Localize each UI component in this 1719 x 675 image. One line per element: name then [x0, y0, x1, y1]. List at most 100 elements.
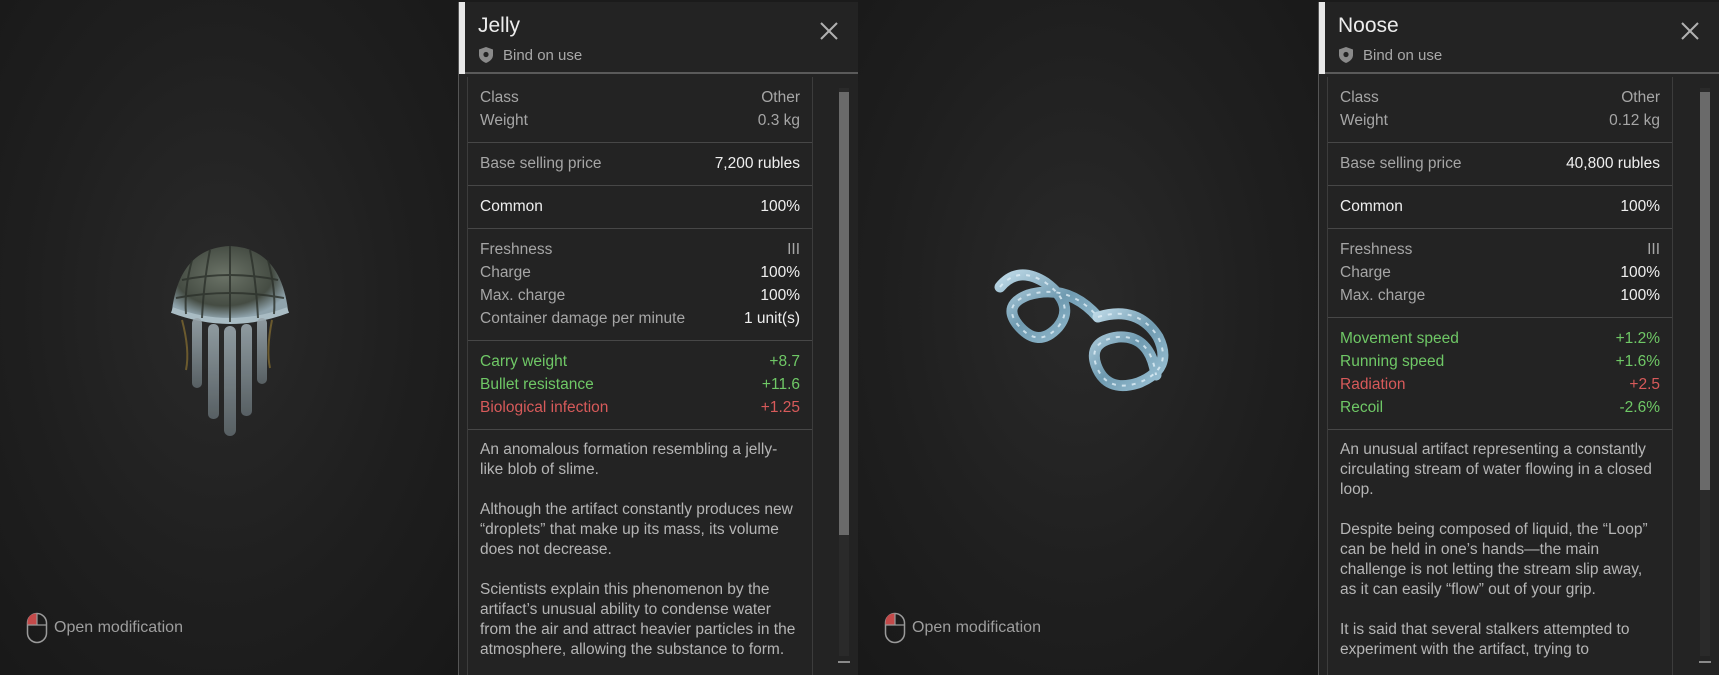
- max-charge-value: 100%: [760, 287, 800, 304]
- rarity-value: 100%: [1620, 198, 1660, 215]
- rarity-row: Common 100%: [480, 195, 800, 218]
- stat-row: Radiation +2.5: [1340, 373, 1660, 396]
- price-row: Base selling price 40,800 rubles: [1340, 152, 1660, 175]
- stat-label: Bullet resistance: [480, 376, 594, 393]
- close-icon[interactable]: [1677, 18, 1703, 44]
- item-details[interactable]: Class Other Weight 0.12 kg Base selling …: [1327, 77, 1673, 675]
- stat-value: +8.7: [769, 353, 800, 370]
- scrollbar-end-mark: [1699, 661, 1711, 663]
- class-label: Class: [480, 89, 519, 106]
- stat-value: -2.6%: [1619, 399, 1661, 416]
- container-damage-value: 1 unit(s): [744, 310, 800, 327]
- open-modification-hint[interactable]: Open modification: [884, 612, 1041, 644]
- rarity-row: Common 100%: [1340, 195, 1660, 218]
- class-label: Class: [1340, 89, 1379, 106]
- charge-value: 100%: [760, 264, 800, 281]
- stat-label: Recoil: [1340, 399, 1384, 416]
- stats-section: Movement speed +1.2% Running speed +1.6%…: [1328, 318, 1672, 430]
- max-charge-value: 100%: [1620, 287, 1660, 304]
- close-icon[interactable]: [816, 18, 842, 44]
- price-value: 7,200 rubles: [714, 155, 800, 172]
- artifact-preview[interactable]: Open modification: [858, 0, 1318, 675]
- description-paragraph: An unusual artifact representing a const…: [1340, 441, 1652, 498]
- artifact-preview[interactable]: Open modification: [0, 0, 458, 675]
- weight-value: 0.12 kg: [1609, 112, 1660, 129]
- stat-label: Movement speed: [1340, 330, 1459, 347]
- noose-artifact-image: [994, 269, 1169, 392]
- weight-label: Weight: [1340, 112, 1388, 129]
- class-row: Class Other: [480, 86, 800, 109]
- description-paragraph: Despite being composed of liquid, the “L…: [1340, 521, 1648, 598]
- artifact-card-jelly: Open modification Jelly Bind on use Clas…: [0, 0, 858, 675]
- mouse-left-click-icon: [884, 612, 906, 644]
- stat-label: Carry weight: [480, 353, 567, 370]
- item-title: Noose: [1338, 14, 1399, 37]
- stat-label: Running speed: [1340, 353, 1445, 370]
- description-paragraph: Scientists explain this phenomenon by th…: [480, 581, 796, 658]
- jelly-artifact-image: [170, 246, 290, 436]
- stat-row: Recoil -2.6%: [1340, 396, 1660, 419]
- details-scrollbar[interactable]: [1696, 88, 1712, 663]
- price-label: Base selling price: [480, 155, 602, 172]
- charge-label: Charge: [1340, 264, 1391, 281]
- charge-label: Charge: [480, 264, 531, 281]
- stat-row: Carry weight +8.7: [480, 350, 800, 373]
- shield-icon: [479, 47, 493, 63]
- freshness-label: Freshness: [480, 241, 553, 258]
- shield-icon: [1339, 47, 1353, 63]
- panel-header: Noose Bind on use: [1319, 2, 1719, 74]
- stat-value: +1.2%: [1615, 330, 1660, 347]
- stat-row: Bullet resistance +11.6: [480, 373, 800, 396]
- header-accent-bar: [1319, 2, 1325, 74]
- price-section: Base selling price 40,800 rubles: [1328, 143, 1672, 186]
- stat-value: +1.25: [760, 399, 800, 416]
- class-value: Other: [1621, 89, 1660, 106]
- weight-value: 0.3 kg: [757, 112, 800, 129]
- freshness-row: Freshness III: [1340, 238, 1660, 261]
- item-title: Jelly: [478, 14, 521, 37]
- price-section: Base selling price 7,200 rubles: [468, 143, 812, 186]
- container-damage-row: Container damage per minute 1 unit(s): [480, 307, 800, 330]
- bind-status-label: Bind on use: [1363, 46, 1443, 64]
- scrollbar-thumb[interactable]: [839, 92, 849, 535]
- class-value: Other: [761, 89, 800, 106]
- rarity-label: Common: [480, 198, 543, 215]
- description-paragraph: Although the artifact constantly produce…: [480, 501, 793, 558]
- freshness-label: Freshness: [1340, 241, 1413, 258]
- item-description: An unusual artifact representing a const…: [1328, 430, 1672, 675]
- panel-header: Jelly Bind on use: [459, 2, 858, 74]
- bind-status: Bind on use: [478, 46, 582, 64]
- stats-section: Carry weight +8.7 Bullet resistance +11.…: [468, 341, 812, 430]
- stat-row: Running speed +1.6%: [1340, 350, 1660, 373]
- scrollbar-end-mark: [838, 661, 850, 663]
- max-charge-label: Max. charge: [480, 287, 566, 304]
- stat-value: +1.6%: [1615, 353, 1660, 370]
- weight-row: Weight 0.3 kg: [480, 109, 800, 132]
- stat-value: +11.6: [761, 376, 800, 393]
- item-details[interactable]: Class Other Weight 0.3 kg Base selling p…: [467, 77, 813, 675]
- stat-row: Biological infection +1.25: [480, 396, 800, 419]
- stat-value: +2.5: [1629, 376, 1660, 393]
- class-weight-section: Class Other Weight 0.3 kg: [468, 77, 812, 143]
- bind-status-label: Bind on use: [503, 46, 583, 64]
- charge-row: Charge 100%: [480, 261, 800, 284]
- condition-section: Freshness III Charge 100% Max. charge 10…: [1328, 229, 1672, 318]
- freshness-value: III: [1647, 241, 1660, 258]
- item-description: An anomalous formation resembling a jell…: [468, 430, 812, 675]
- stat-row: Movement speed +1.2%: [1340, 327, 1660, 350]
- details-scrollbar[interactable]: [835, 88, 851, 663]
- item-info-panel: Jelly Bind on use Class Other Weight 0.3…: [458, 2, 858, 675]
- max-charge-label: Max. charge: [1340, 287, 1426, 304]
- scrollbar-thumb[interactable]: [1700, 92, 1710, 490]
- header-accent-bar: [459, 2, 465, 74]
- weight-label: Weight: [480, 112, 528, 129]
- max-charge-row: Max. charge 100%: [480, 284, 800, 307]
- class-row: Class Other: [1340, 86, 1660, 109]
- max-charge-row: Max. charge 100%: [1340, 284, 1660, 307]
- rarity-value: 100%: [760, 198, 800, 215]
- stat-label: Biological infection: [480, 399, 609, 416]
- charge-row: Charge 100%: [1340, 261, 1660, 284]
- open-modification-label: Open modification: [912, 619, 1041, 636]
- open-modification-hint[interactable]: Open modification: [26, 612, 183, 644]
- stat-label: Radiation: [1340, 376, 1406, 393]
